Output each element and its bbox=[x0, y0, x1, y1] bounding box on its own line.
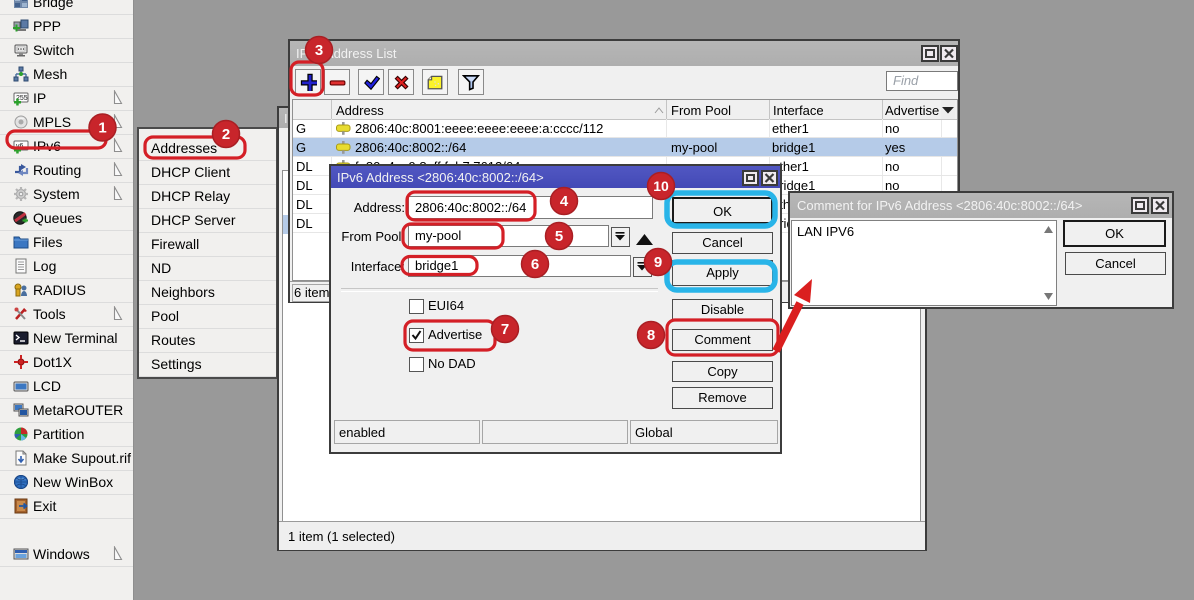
svg-text:3: 3 bbox=[315, 42, 323, 59]
svg-text:9: 9 bbox=[654, 254, 662, 271]
svg-text:10: 10 bbox=[653, 178, 669, 194]
svg-text:8: 8 bbox=[647, 327, 655, 344]
svg-text:5: 5 bbox=[555, 228, 563, 245]
svg-text:2: 2 bbox=[222, 126, 230, 143]
svg-text:6: 6 bbox=[531, 256, 539, 273]
svg-text:1: 1 bbox=[98, 120, 106, 137]
svg-text:4: 4 bbox=[560, 193, 569, 210]
svg-text:7: 7 bbox=[501, 321, 509, 338]
